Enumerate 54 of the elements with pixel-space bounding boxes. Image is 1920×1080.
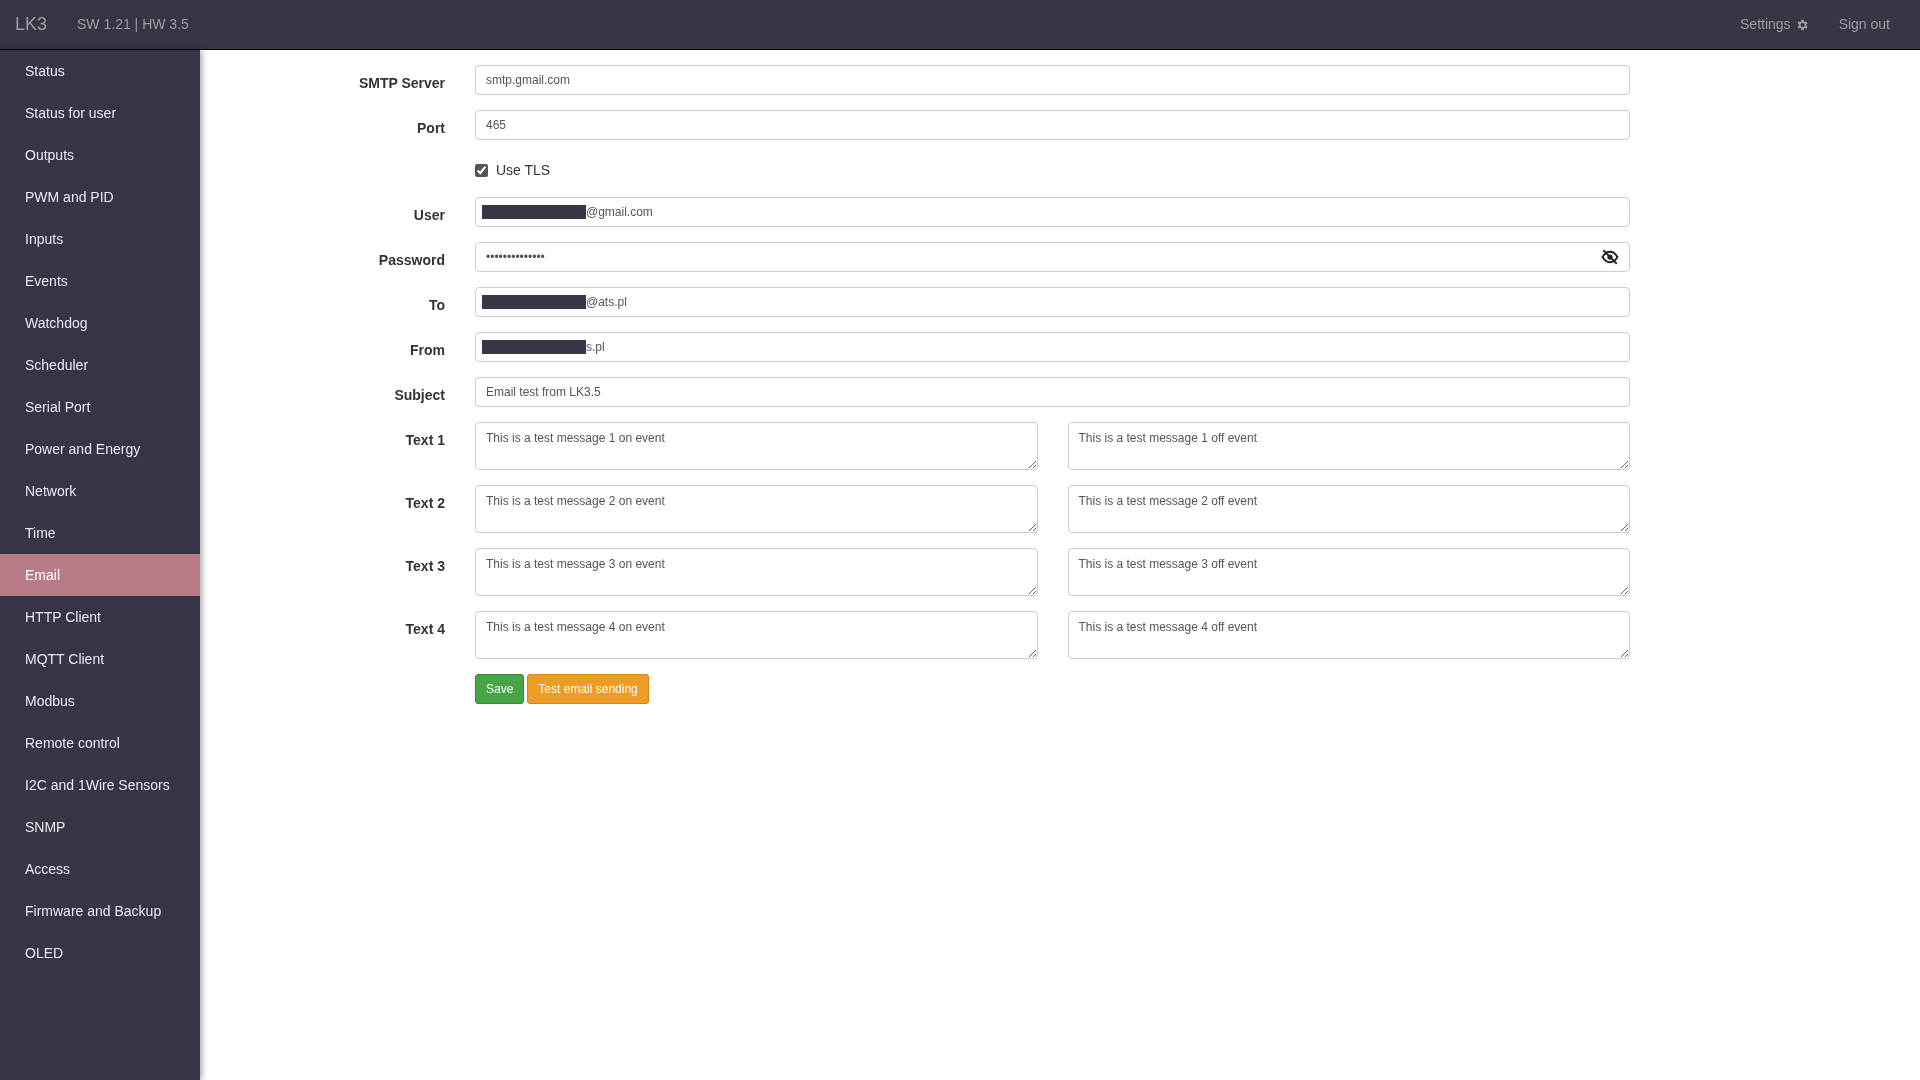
message-textarea[interactable]: This is a test message 3 off event xyxy=(1067,548,1630,596)
message-textarea[interactable]: This is a test message 1 off event xyxy=(1067,422,1630,470)
sidebar-item[interactable]: PWM and PID xyxy=(0,176,200,218)
checkbox-label: Use TLS xyxy=(496,160,551,180)
field-label: User xyxy=(412,206,446,225)
sidebar-item[interactable]: Remote control xyxy=(0,722,200,764)
eye-slash-icon[interactable] xyxy=(1601,249,1619,265)
input-field[interactable]: @gmail.com xyxy=(475,197,1630,227)
field-label: From xyxy=(409,341,446,360)
input-field[interactable]: s.pl xyxy=(475,332,1630,362)
sidebar-item[interactable]: Firmware and Backup xyxy=(0,890,200,932)
checkbox[interactable] xyxy=(475,163,488,177)
logo[interactable]: LK3 xyxy=(15,11,48,38)
sidebar-item[interactable]: HTTP Client xyxy=(0,596,200,638)
sidebar-item[interactable]: Events xyxy=(0,260,200,302)
password-field[interactable]: •••••••••••••• xyxy=(475,242,1630,272)
field-label: SMTP Server xyxy=(357,74,446,93)
sidebar-item[interactable]: OLED xyxy=(0,932,200,974)
sidebar-item[interactable]: Scheduler xyxy=(0,344,200,386)
message-textarea[interactable]: This is a test message 4 on event xyxy=(475,611,1038,659)
field-label: To xyxy=(427,296,446,315)
sidebar-item[interactable]: I2C and 1Wire Sensors xyxy=(0,764,200,806)
sidebar-item[interactable]: Outputs xyxy=(0,134,200,176)
field-label: Password xyxy=(377,251,446,270)
input-field[interactable]: @ats.pl xyxy=(475,287,1630,317)
field-label: Subject xyxy=(393,386,446,405)
sidebar-item[interactable]: Status xyxy=(0,50,200,92)
field-label: Text 4 xyxy=(404,620,446,639)
field-label: Text 2 xyxy=(404,494,446,513)
message-textarea[interactable]: This is a test message 2 on event xyxy=(475,485,1038,533)
message-textarea[interactable]: This is a test message 1 on event xyxy=(475,422,1038,470)
message-textarea[interactable]: This is a test message 2 off event xyxy=(1067,485,1630,533)
sign-out-link[interactable]: Sign out xyxy=(1838,14,1890,35)
input-field[interactable]: smtp.gmail.com xyxy=(475,65,1630,95)
sidebar-item[interactable]: Status for user xyxy=(0,92,200,134)
sidebar-item[interactable]: SNMP xyxy=(0,806,200,848)
message-textarea[interactable]: This is a test message 4 off event xyxy=(1067,611,1630,659)
sidebar-item[interactable]: Modbus xyxy=(0,680,200,722)
sidebar-item[interactable]: Serial Port xyxy=(0,386,200,428)
input-field[interactable]: 465 xyxy=(475,110,1630,140)
message-textarea[interactable]: This is a test message 3 on event xyxy=(475,548,1038,596)
settings-link[interactable]: Settings xyxy=(1740,14,1809,35)
sidebar-item[interactable]: Watchdog xyxy=(0,302,200,344)
field-label: Text 1 xyxy=(404,431,446,450)
sidebar-item[interactable]: MQTT Client xyxy=(0,638,200,680)
sidebar-item[interactable]: Power and Energy xyxy=(0,428,200,470)
sidebar-item[interactable]: Time xyxy=(0,512,200,554)
sidebar-item[interactable]: Inputs xyxy=(0,218,200,260)
field-label: Port xyxy=(416,119,446,138)
field-label: Text 3 xyxy=(404,557,446,576)
input-field[interactable]: Email test from LK3.5 xyxy=(475,377,1630,407)
version-text: SW 1.21 | HW 3.5 xyxy=(77,15,189,34)
sidebar-item[interactable]: Access xyxy=(0,848,200,890)
sidebar-item[interactable]: Network xyxy=(0,470,200,512)
